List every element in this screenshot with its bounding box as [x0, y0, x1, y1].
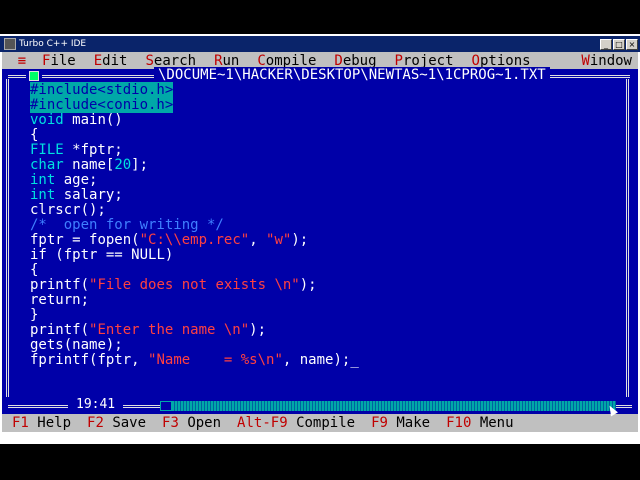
close-button[interactable]: ×: [626, 38, 638, 50]
code-line[interactable]: return;: [30, 293, 620, 308]
code-line[interactable]: /* open for writing */: [30, 218, 620, 233]
editor-left-border: [6, 79, 12, 397]
status-open-key: F3: [162, 415, 179, 431]
screen-bottom-strip: [0, 432, 640, 444]
code-line[interactable]: #include<conio.h>: [30, 97, 620, 113]
status-menu-key: F10: [446, 415, 472, 431]
window-title-bar[interactable]: Turbo C++ IDE _ □ ×: [0, 36, 640, 52]
status-open[interactable]: F3 Open: [162, 415, 221, 431]
code-line[interactable]: if (fptr == NULL): [30, 248, 620, 263]
menu-search-hotkey: S: [145, 52, 154, 69]
status-make[interactable]: F9 Make: [371, 415, 430, 431]
code-line[interactable]: char name[20];: [30, 158, 620, 173]
code-line[interactable]: fptr = fopen("C:\\emp.rec", "w");: [30, 233, 620, 248]
system-menu-icon[interactable]: ≡: [2, 53, 42, 69]
menu-edit-hotkey: E: [93, 52, 103, 69]
app-icon: [4, 38, 16, 50]
code-line[interactable]: printf("Enter the name \n");: [30, 323, 620, 338]
menu-file-label: ile: [50, 52, 76, 69]
menu-window-label: indow: [589, 52, 632, 69]
status-menu-label: Menu: [479, 415, 514, 431]
code-line[interactable]: #include<stdio.h>: [30, 82, 620, 98]
status-menu[interactable]: F10 Menu: [446, 415, 513, 431]
code-area[interactable]: #include<stdio.h> #include<conio.h> void m…: [30, 82, 620, 368]
code-line[interactable]: FILE *fptr;: [30, 143, 620, 158]
editor-bottom-border: 19:41: [8, 397, 632, 413]
window-title: Turbo C++ IDE: [19, 39, 87, 49]
status-help-key: F1: [12, 415, 29, 431]
code-line[interactable]: {: [30, 128, 620, 143]
editor-close-icon[interactable]: [26, 70, 42, 82]
editor-filename: \DOCUME~1\HACKER\DESKTOP\NEWTAS~1\1CPROG…: [154, 67, 550, 83]
menu-window[interactable]: Window: [581, 53, 632, 69]
minimize-button[interactable]: _: [600, 38, 612, 50]
status-save-label: Save: [112, 415, 147, 431]
scrollbar-thumb[interactable]: [160, 401, 172, 411]
code-line[interactable]: printf("File does not exists \n");: [30, 278, 620, 293]
status-open-label: Open: [187, 415, 222, 431]
status-help-label: Help: [37, 415, 72, 431]
status-compile-label: Compile: [296, 415, 356, 431]
status-make-key: F9: [371, 415, 388, 431]
menu-edit-label: dit: [102, 52, 128, 69]
code-line[interactable]: gets(name);: [30, 338, 620, 353]
code-line[interactable]: void main(): [30, 113, 620, 128]
status-bar: F1 Help F2 Save F3 Open Alt-F9 Compile F…: [2, 414, 638, 432]
code-line[interactable]: {: [30, 263, 620, 278]
menu-window-hotkey: W: [581, 52, 590, 69]
menu-file[interactable]: File: [42, 53, 76, 69]
status-save-key: F2: [87, 415, 104, 431]
status-make-label: Make: [396, 415, 431, 431]
editor-top-border: \DOCUME~1\HACKER\DESKTOP\NEWTAS~1\1CPROG…: [2, 67, 638, 83]
code-line[interactable]: }: [30, 308, 620, 323]
cursor-position: 19:41: [68, 397, 124, 412]
menu-edit[interactable]: Edit: [94, 53, 128, 69]
status-save[interactable]: F2 Save: [87, 415, 146, 431]
horizontal-scrollbar[interactable]: [160, 401, 616, 411]
status-help[interactable]: F1 Help: [12, 415, 71, 431]
status-compile-key: Alt-F9: [237, 415, 288, 431]
code-line[interactable]: clrscr();: [30, 203, 620, 218]
editor-window[interactable]: \DOCUME~1\HACKER\DESKTOP\NEWTAS~1\1CPROG…: [2, 67, 638, 414]
code-line[interactable]: int age;: [30, 173, 620, 188]
editor-right-border: [626, 79, 632, 397]
maximize-button[interactable]: □: [613, 38, 625, 50]
code-line[interactable]: int salary;: [30, 188, 620, 203]
status-compile[interactable]: Alt-F9 Compile: [237, 415, 355, 431]
code-line[interactable]: fprintf(fptr, "Name = %s\n", name);_: [30, 353, 620, 368]
